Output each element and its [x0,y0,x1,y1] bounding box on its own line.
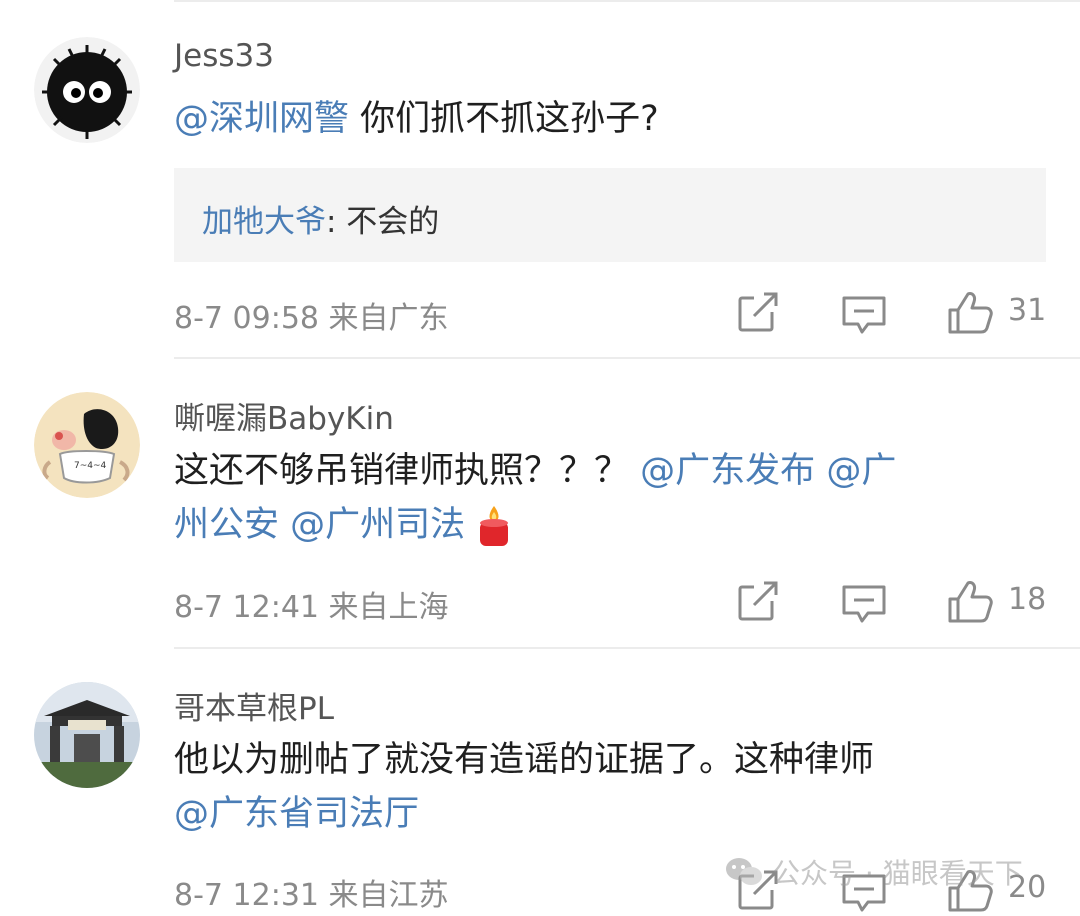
comment-meta: 8-7 09:58 来自广东 [174,293,449,337]
mention-link[interactable]: @广东发布 [640,451,815,491]
comment-text: 他以为删帖了就没有造谣的证据了。这种律师 @广东省司法厅 [174,733,1040,841]
mention-link[interactable]: 州公安 [174,505,279,545]
mention-link[interactable]: @广 [826,451,896,491]
mention-link[interactable]: @广州司法 [290,505,465,545]
comment-body: 他以为删帖了就没有造谣的证据了。这种律师 [174,740,875,780]
avatar[interactable] [34,682,140,788]
gate-photo-avatar-icon [34,682,140,788]
timestamp: 8-7 09:58 [174,301,319,336]
reply-author[interactable]: 加牠大爷 [202,204,326,240]
username[interactable]: 哥本草根PL [174,683,334,728]
reply-text: : 不会的 [326,204,440,240]
username[interactable]: Jess33 [174,38,274,74]
soot-sprite-avatar-icon [34,37,140,143]
avatar[interactable] [34,37,140,143]
comment-meta: 8-7 12:31 来自江苏 [174,870,449,914]
comment-icon[interactable] [840,290,888,338]
like-icon[interactable] [946,577,994,625]
avatar[interactable]: 7~4~4 [34,392,140,498]
wechat-icon [726,858,762,885]
mention-link[interactable]: @广东省司法厅 [174,794,419,834]
comment-body: 你们抓不抓这孙子? [349,99,659,139]
timestamp: 8-7 12:31 [174,878,319,913]
watermark-text: 公众号 · 猫眼看天下 [772,857,1023,890]
like-count: 31 [1008,293,1047,328]
svg-text:7~4~4: 7~4~4 [74,461,107,471]
location: 来自广东 [328,301,449,336]
comment-body: 这还不够吊销律师执照？？？ [174,451,630,491]
comment-icon[interactable] [840,579,888,627]
comment-item-1: Jess33 @深圳网警 你们抓不抓这孙子? 加牠大爷: 不会的 8-7 09:… [0,0,1080,358]
candle-emoji-icon [480,506,509,546]
share-icon[interactable] [734,288,782,336]
mention-link[interactable]: @深圳网警 [174,99,349,139]
cartoon-baby-avatar-icon: 7~4~4 [34,392,140,498]
divider [174,357,1080,359]
comment-text: @深圳网警 你们抓不抓这孙子? [174,92,1040,146]
username[interactable]: 嘶喔漏BabyKin [174,393,394,438]
comment-meta: 8-7 12:41 来自上海 [174,582,449,626]
divider [174,647,1080,649]
reply-preview[interactable]: 加牠大爷: 不会的 [174,168,1046,262]
like-count: 18 [1008,582,1047,617]
timestamp: 8-7 12:41 [174,590,319,625]
reply-line: 加牠大爷: 不会的 [202,196,439,241]
like-icon[interactable] [946,288,994,336]
location: 来自江苏 [328,878,449,913]
location: 来自上海 [328,590,449,625]
comment-text: 这还不够吊销律师执照？？？ @广东发布 @广 州公安 @广州司法 [174,444,1040,552]
share-icon[interactable] [734,577,782,625]
